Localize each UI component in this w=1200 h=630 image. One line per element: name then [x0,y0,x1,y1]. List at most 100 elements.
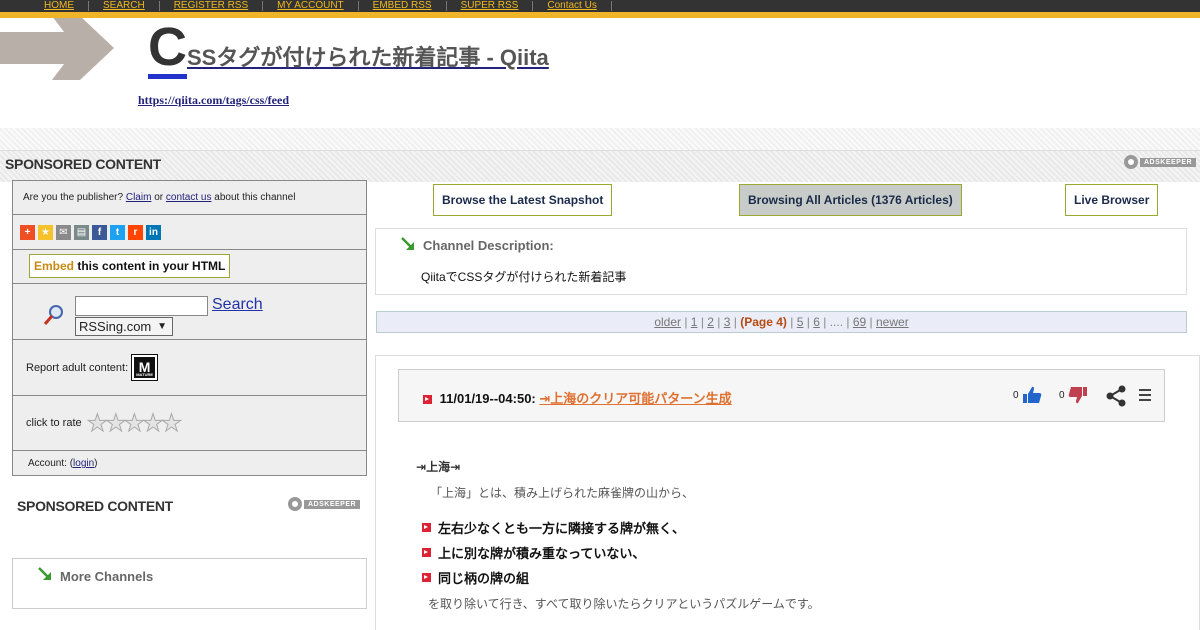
external-link-icon: ⇥ [450,460,461,474]
rate-label: click to rate [26,417,82,429]
more-channels-box[interactable]: More Channels [12,558,367,609]
upvote-count: 0 [1013,389,1019,401]
favorite-star-icon[interactable]: ★ [38,224,53,240]
bullet-text: 上に別な牌が積み重なっていない、 [438,546,646,561]
live-browser-button[interactable]: Live Browser [1065,184,1159,216]
sponsored-label-left: SPONSORED CONTENT [17,498,173,514]
search-button[interactable]: Search [212,296,263,314]
title-initial: C [148,17,187,79]
channel-description-text: QiitaでCSSタグが付けられた新着記事 [421,270,627,284]
contact-us-link[interactable]: contact us [166,192,212,203]
thumbs-up-icon[interactable] [1022,386,1042,404]
star-rating[interactable]: ★★★★★ [86,409,183,438]
nav-home[interactable]: HOME [30,1,89,11]
publisher-row: Are you the publisher? Claim or contact … [13,181,366,215]
pager-older[interactable]: older [654,315,681,329]
login-link[interactable]: login [73,458,94,469]
reddit-icon[interactable]: r [128,224,143,240]
channel-description-box: Channel Description: QiitaでCSSタグが付けられた新着… [375,228,1187,295]
article-title-line: 11/01/19--04:50: ⇥上海のクリア可能パターン生成 [423,388,732,407]
sponsored-band [0,150,1200,182]
nav-search[interactable]: SEARCH [89,1,160,11]
menu-icon[interactable] [1139,389,1151,401]
browse-all-articles-button[interactable]: Browsing All Articles (1376 Articles) [739,184,962,216]
bullet-text: 左右少なくとも一方に隣接する牌が無く、 [438,521,686,536]
mature-small-text: MATURE [136,372,154,377]
hatch-band [0,128,1200,150]
pager-page-1[interactable]: 1 [691,315,698,329]
bullet-arrow-icon [423,395,432,405]
article-title-link[interactable]: ⇥上海のクリア可能パターン生成 [539,391,731,406]
nav-embed-rss[interactable]: EMBED RSS [359,1,447,11]
share-icon[interactable] [1105,385,1127,407]
add-icon[interactable]: + [20,224,35,240]
article-heading-text: 上海 [426,460,451,474]
nav-register-rss[interactable]: REGISTER RSS [160,1,264,11]
article-bullet: 左右少なくとも一方に隣接する牌が無く、 [422,518,685,537]
external-link-icon: ⇥ [416,460,427,474]
account-suffix: ) [94,458,98,469]
pager-current: (Page 4) [740,315,787,329]
more-channels-label: More Channels [60,569,154,584]
sponsored-label-top: SPONSORED CONTENT [5,156,161,172]
embed-rest: this content in your HTML [77,259,226,273]
embed-em: Embed [34,259,75,273]
channel-description-label: Channel Description: [423,238,554,253]
pagination: older | 1 | 2 | 3 | (Page 4) | 5 | 6 | .… [376,311,1187,333]
pager-newer[interactable]: newer [876,315,909,329]
article-intro: 「上海」とは、積み上げられた麻雀牌の山から、 [430,486,695,500]
bullet-arrow-icon [422,548,431,557]
pager-page-5[interactable]: 5 [797,315,804,329]
adskeeper-text: ADSKEEPER [1140,157,1197,167]
claim-link[interactable]: Claim [126,192,152,203]
email-icon[interactable]: ✉ [56,224,71,240]
mature-badge-icon[interactable]: M MATURE [131,354,159,381]
print-icon[interactable]: ▤ [74,224,89,240]
pager-page-6[interactable]: 6 [813,315,820,329]
search-scope-value: RSSing.com [79,319,152,334]
star-icon[interactable]: ★ [160,409,182,437]
green-arrow-icon [38,567,51,580]
feed-url-link[interactable]: https://qiita.com/tags/css/feed [138,93,289,108]
adskeeper-logo-top[interactable]: ADSKEEPER [1124,155,1197,169]
chevron-down-icon: ▼ [157,321,167,332]
account-prefix: Account: ( [28,458,74,469]
thumbs-down-icon[interactable] [1068,386,1088,404]
channel-sidebar: Are you the publisher? Claim or contact … [12,180,367,476]
magnifier-icon [43,305,63,325]
article-date: 11/01/19--04:50: [439,391,536,406]
page-title[interactable]: CSSタグが付けられた新着記事 - Qiita [148,20,549,79]
nav-super-rss[interactable]: SUPER RSS [447,1,534,11]
external-link-icon: ⇥ [539,391,551,406]
nav-my-account[interactable]: MY ACCOUNT [263,1,359,11]
green-arrow-icon [401,237,414,250]
adult-label: Report adult content: [26,361,129,374]
search-scope-select[interactable]: RSSing.com ▼ [75,317,173,336]
pager-ellipsis: .... [829,315,844,329]
embed-content-button[interactable]: Embed this content in your HTML [29,254,231,278]
downvote-count: 0 [1059,389,1065,401]
pager-page-3[interactable]: 3 [724,315,731,329]
adskeeper-ring-icon [1124,155,1138,169]
publisher-suffix: about this channel [214,192,296,203]
search-row: Search RSSing.com ▼ [13,284,366,340]
nav-contact-us[interactable]: Contact Us [533,1,612,11]
downvote[interactable]: 0 [1059,386,1088,404]
facebook-icon[interactable]: f [92,224,107,240]
linkedin-icon[interactable]: in [146,224,161,240]
adskeeper-ring-icon [288,497,302,511]
bullet-arrow-icon [422,573,431,582]
embed-row: Embed this content in your HTML [13,250,366,284]
rate-row: click to rate ★★★★★ [13,396,366,451]
pager-page-2[interactable]: 2 [707,315,714,329]
browse-latest-snapshot-button[interactable]: Browse the Latest Snapshot [433,184,613,216]
adskeeper-logo-left[interactable]: ADSKEEPER [288,497,361,511]
article-outro: を取り除いて行き、すべて取り除いたらクリアというパズルゲームです。 [428,597,820,611]
adskeeper-text: ADSKEEPER [304,499,361,509]
search-input[interactable] [75,296,208,316]
account-row: Account: (login) [13,451,366,475]
adult-report-row: Report adult content: M MATURE [13,340,366,396]
pager-page-69[interactable]: 69 [853,315,866,329]
upvote[interactable]: 0 [1013,386,1042,404]
twitter-icon[interactable]: t [110,224,125,240]
